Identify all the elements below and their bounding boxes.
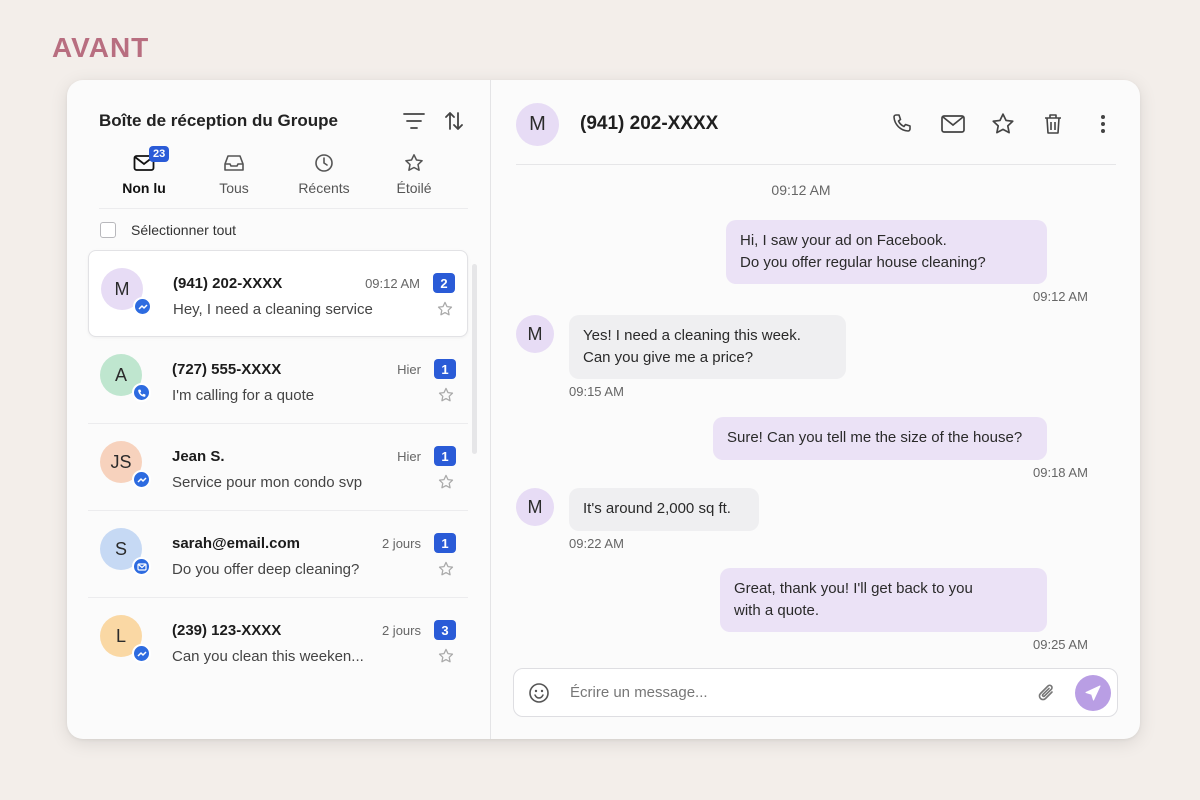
messenger-icon [132, 644, 151, 663]
conversation-name: (239) 123-XXXX [172, 622, 282, 639]
star-icon[interactable] [438, 561, 454, 582]
avatar: M [516, 315, 554, 353]
conversation-preview: I'm calling for a quote [172, 387, 315, 404]
avatar: M [516, 102, 559, 146]
chat-panel: M (941) 202-XXXX 09:12 AM Hi, I saw your… [491, 80, 1140, 739]
clock-icon [314, 152, 334, 174]
inbox-header: Boîte de réception du Groupe [99, 106, 468, 136]
message-time: 09:22 AM [569, 536, 624, 551]
message-bubble-incoming: Yes! I need a cleaning this week. Can yo… [569, 315, 846, 379]
tab-label: Non lu [122, 180, 166, 196]
message-line: It's around 2,000 sq ft. [583, 500, 731, 517]
tab-recent[interactable]: Récents [279, 152, 369, 204]
message-input[interactable] [570, 684, 1035, 701]
filter-icon[interactable] [400, 107, 428, 135]
divider [99, 208, 468, 209]
unread-badge: 1 [434, 533, 456, 553]
tab-label: Étoilé [396, 180, 432, 196]
conversation-preview: Service pour mon condo svp [172, 474, 363, 491]
tab-all[interactable]: Tous [189, 152, 279, 204]
tab-unread[interactable]: 23 Non lu [99, 146, 189, 204]
message-time: 09:15 AM [569, 384, 624, 399]
email-icon[interactable] [940, 111, 966, 137]
conversation-item[interactable]: S sarah@email.com 2 jours 1 Do you offer… [88, 511, 468, 598]
star-icon[interactable] [437, 301, 453, 322]
message-time: 09:18 AM [1033, 465, 1088, 480]
brand-logo: AVANT [52, 32, 150, 63]
message-line: Great, thank you! I'll get back to you [734, 580, 973, 597]
inbox-tabs: 23 Non lu Tous Récents Étoilé [99, 146, 459, 204]
conversation-list: M (941) 202-XXXX 09:12 AM 2 Hey, I need … [88, 250, 468, 685]
sort-icon[interactable] [440, 107, 468, 135]
conversation-name: (941) 202-XXXX [173, 275, 283, 292]
phone-icon [132, 383, 151, 402]
conversation-time: 2 jours [381, 623, 421, 638]
message-line: Hi, I saw your ad on Facebook. [740, 232, 947, 249]
tab-label: Récents [298, 180, 350, 196]
message-bubble-incoming: It's around 2,000 sq ft. [569, 488, 759, 531]
scrollbar[interactable] [472, 264, 477, 454]
chat-header: M (941) 202-XXXX [516, 101, 1116, 147]
conversation-name: Jean S. [172, 448, 225, 465]
star-icon[interactable] [990, 111, 1016, 137]
inbox-title: Boîte de réception du Groupe [99, 111, 338, 130]
conversation-time: 09:12 AM [365, 276, 420, 291]
divider [516, 164, 1116, 165]
avatar: M [516, 488, 554, 526]
unread-badge: 2 [433, 273, 455, 293]
conversation-name: (727) 555-XXXX [172, 361, 282, 378]
tab-starred[interactable]: Étoilé [369, 152, 459, 204]
more-icon[interactable] [1090, 111, 1116, 137]
message-bubble-outgoing: Great, thank you! I'll get back to you w… [720, 568, 1047, 632]
message-composer [513, 668, 1118, 717]
unread-badge: 3 [434, 620, 456, 640]
select-all[interactable]: Sélectionner tout [100, 220, 236, 240]
message-line: Do you offer regular house cleaning? [740, 254, 986, 271]
unread-badge: 1 [434, 359, 456, 379]
star-icon[interactable] [438, 387, 454, 408]
tab-label: Tous [219, 180, 249, 196]
conversation-preview: Do you offer deep cleaning? [172, 561, 360, 578]
send-button[interactable] [1075, 674, 1111, 711]
star-icon[interactable] [438, 474, 454, 495]
email-icon [132, 557, 151, 576]
conversation-name: sarah@email.com [172, 535, 301, 552]
trash-icon[interactable] [1040, 111, 1066, 137]
conversation-item[interactable]: JS Jean S. Hier 1 Service pour mon condo… [88, 424, 468, 511]
message-line: with a quote. [734, 602, 820, 619]
app-window: Boîte de réception du Groupe 23 Non lu T [67, 80, 1140, 739]
message-bubble-outgoing: Sure! Can you tell me the size of the ho… [713, 417, 1047, 460]
chat-title: (941) 202-XXXX [580, 113, 719, 134]
conversation-preview: Hey, I need a cleaning service [173, 301, 373, 318]
message-time: 09:12 AM [1033, 289, 1088, 304]
emoji-icon[interactable] [526, 680, 552, 706]
message-line: Can you give me a price? [583, 349, 754, 366]
message-bubble-outgoing: Hi, I saw your ad on Facebook. Do you of… [726, 220, 1047, 284]
star-icon [404, 152, 424, 174]
paperclip-icon[interactable] [1035, 681, 1059, 705]
star-icon[interactable] [438, 648, 454, 669]
select-all-checkbox[interactable] [100, 222, 116, 238]
timestamp-separator: 09:12 AM [771, 182, 831, 198]
unread-count-badge: 23 [149, 146, 170, 162]
select-all-label: Sélectionner tout [131, 222, 237, 238]
conversation-item[interactable]: L (239) 123-XXXX 2 jours 3 Can you clean… [88, 598, 468, 685]
unread-badge: 1 [434, 446, 456, 466]
messenger-icon [133, 297, 152, 316]
conversation-time: Hier [397, 449, 421, 464]
message-time: 09:25 AM [1033, 637, 1088, 652]
message-line: Yes! I need a cleaning this week. [583, 327, 801, 344]
message-line: Sure! Can you tell me the size of the ho… [727, 429, 1023, 446]
conversation-item[interactable]: M (941) 202-XXXX 09:12 AM 2 Hey, I need … [88, 250, 468, 337]
conversation-preview: Can you clean this weeken... [172, 648, 364, 665]
inbox-panel: Boîte de réception du Groupe 23 Non lu T [67, 80, 491, 739]
conversation-time: Hier [397, 362, 421, 377]
messenger-icon [132, 470, 151, 489]
conversation-time: 2 jours [381, 536, 421, 551]
send-icon [1085, 685, 1101, 700]
inbox-icon [223, 152, 245, 174]
phone-icon[interactable] [890, 111, 916, 137]
conversation-item[interactable]: A (727) 555-XXXX Hier 1 I'm calling for … [88, 337, 468, 424]
